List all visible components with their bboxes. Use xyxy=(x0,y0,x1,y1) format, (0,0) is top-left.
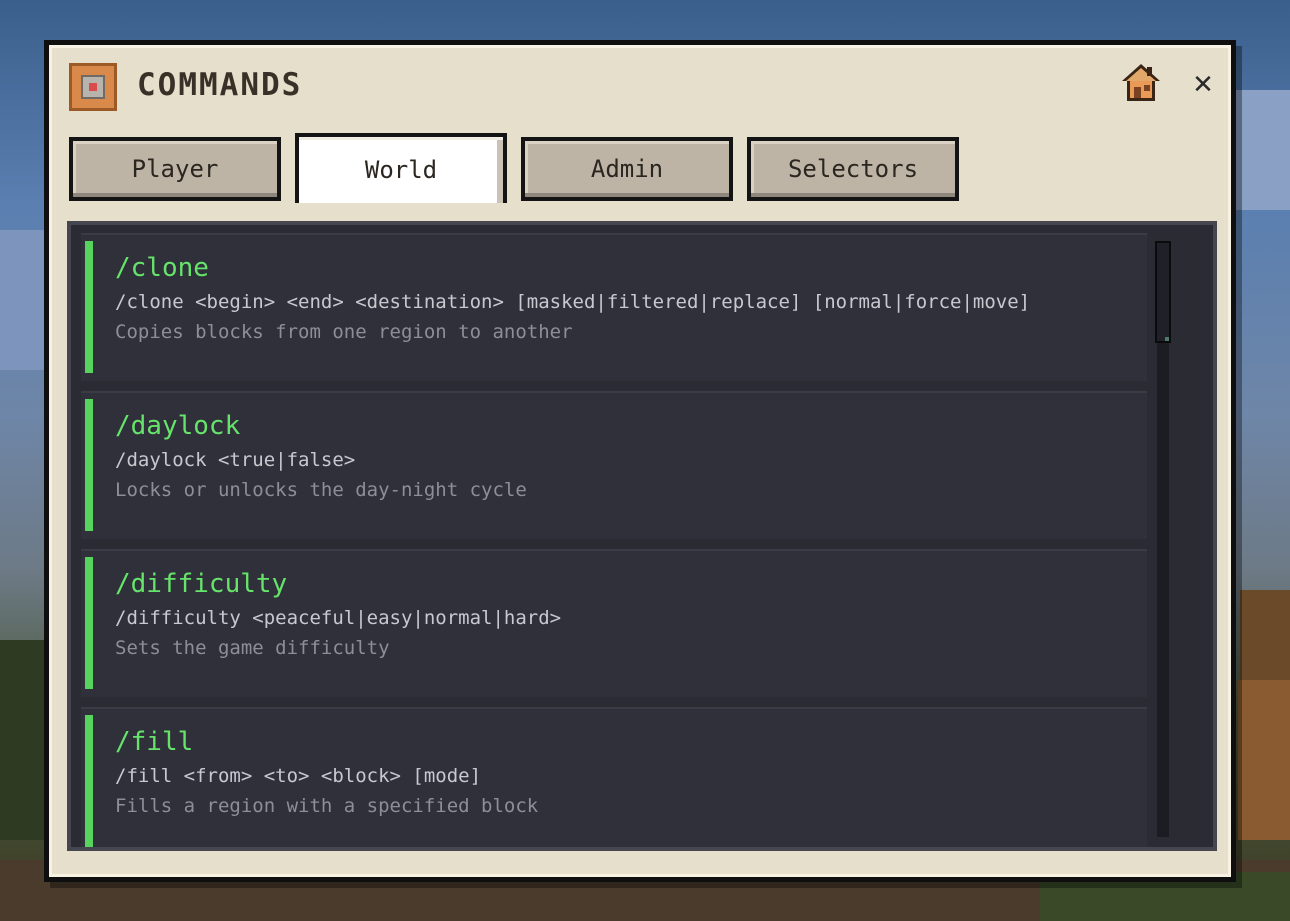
commands-window: COMMANDS ✕ Player World Admin Selectors xyxy=(44,40,1236,882)
tab-label: World xyxy=(364,156,438,184)
tab-label: Admin xyxy=(590,155,664,183)
card-accent-bar xyxy=(85,715,93,847)
command-card-clone[interactable]: /clone /clone <begin> <end> <destination… xyxy=(81,233,1147,381)
background-sky-block xyxy=(1230,90,1290,210)
command-name: /difficulty xyxy=(115,569,288,599)
command-name: /fill xyxy=(115,727,194,757)
command-description: Locks or unlocks the day-night cycle xyxy=(115,479,527,501)
command-card-difficulty[interactable]: /difficulty /difficulty <peaceful|easy|n… xyxy=(81,549,1147,697)
tab-player[interactable]: Player xyxy=(69,137,281,201)
scrollbar-thumb[interactable] xyxy=(1155,241,1171,343)
house-icon xyxy=(1122,64,1160,101)
command-card-fill[interactable]: /fill /fill <from> <to> <block> [mode] F… xyxy=(81,707,1147,847)
command-name: /clone xyxy=(115,253,209,283)
tab-selectors[interactable]: Selectors xyxy=(747,137,959,201)
close-icon: ✕ xyxy=(1192,70,1214,100)
command-usage: /daylock <true|false> xyxy=(115,449,356,471)
command-name: /daylock xyxy=(115,411,241,441)
tab-world[interactable]: World xyxy=(295,133,507,203)
card-accent-bar xyxy=(85,399,93,531)
command-block-screen xyxy=(81,75,105,99)
command-block-icon xyxy=(69,63,117,111)
command-usage: /difficulty <peaceful|easy|normal|hard> xyxy=(115,607,562,629)
scrollbar-track[interactable] xyxy=(1155,241,1171,837)
window-header: COMMANDS ✕ xyxy=(67,61,1217,117)
command-card-daylock[interactable]: /daylock /daylock <true|false> Locks or … xyxy=(81,391,1147,539)
command-description: Sets the game difficulty xyxy=(115,637,390,659)
command-usage: /fill <from> <to> <block> [mode] xyxy=(115,765,482,787)
window-title: COMMANDS xyxy=(137,67,303,103)
tab-label: Player xyxy=(131,155,219,183)
background-tree-block xyxy=(1238,680,1290,840)
command-list: /clone /clone <begin> <end> <destination… xyxy=(81,233,1149,847)
command-list-panel[interactable]: /clone /clone <begin> <end> <destination… xyxy=(67,221,1217,851)
home-button[interactable] xyxy=(1119,61,1163,105)
card-accent-bar xyxy=(85,557,93,689)
background-tree-block xyxy=(1240,590,1290,680)
card-accent-bar xyxy=(85,241,93,373)
tab-bar: Player World Admin Selectors xyxy=(67,133,967,205)
tab-admin[interactable]: Admin xyxy=(521,137,733,201)
command-description: Copies blocks from one region to another xyxy=(115,321,573,343)
command-usage: /clone <begin> <end> <destination> [mask… xyxy=(115,291,1031,313)
command-description: Fills a region with a specified block xyxy=(115,795,539,817)
close-button[interactable]: ✕ xyxy=(1185,67,1221,103)
tab-label: Selectors xyxy=(787,155,919,183)
